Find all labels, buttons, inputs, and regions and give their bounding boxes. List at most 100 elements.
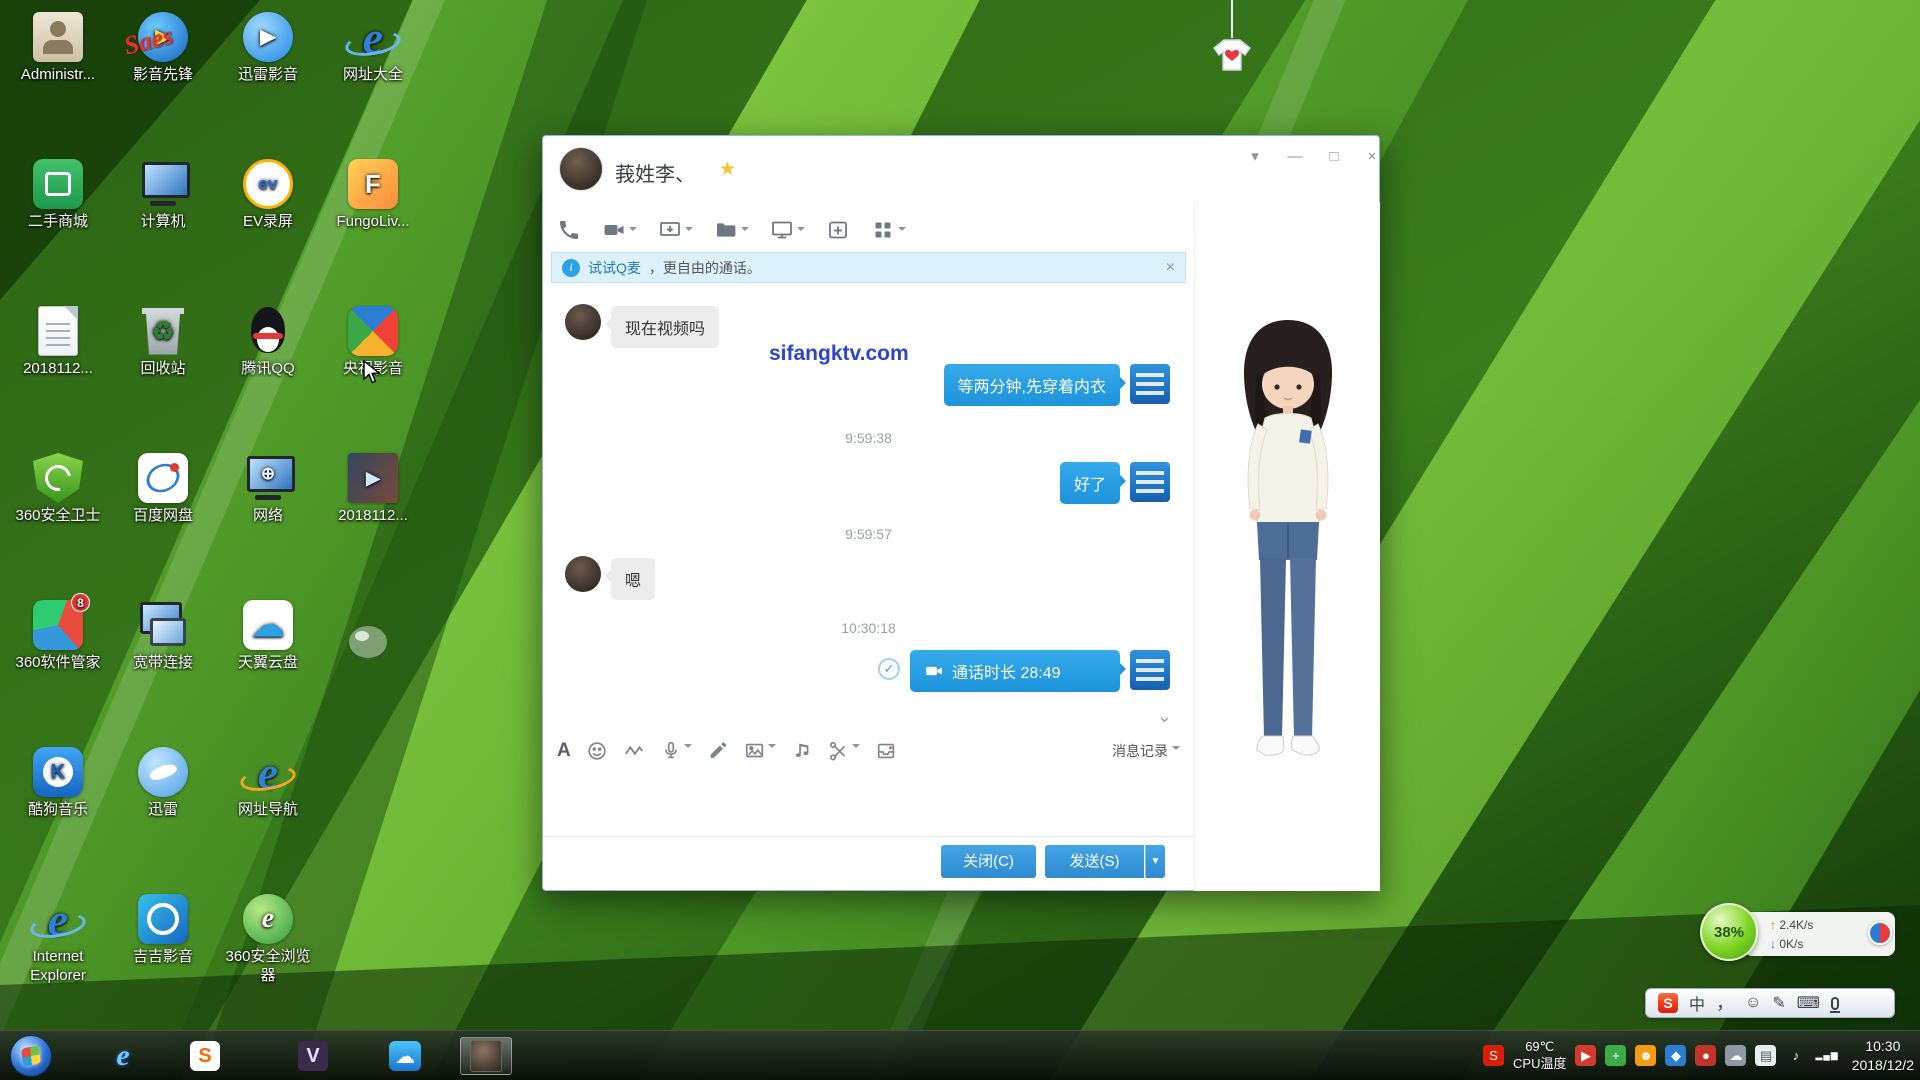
tray-cloud-icon[interactable]: ☁ xyxy=(1725,1045,1746,1066)
message-bubble: 现在视频吗 xyxy=(611,306,719,348)
network-signal-icon[interactable]: ▂▄▆ xyxy=(1815,1050,1838,1061)
traffic-monitor[interactable]: ↑ 2.4K/s ↓ 0K/s 38% xyxy=(1700,903,1895,967)
screenshot-icon[interactable] xyxy=(658,216,693,242)
shake-window-icon[interactable] xyxy=(623,740,645,762)
desktop-icon-kugou[interactable]: K 酷狗音乐 xyxy=(8,747,108,820)
self-avatar[interactable] xyxy=(1130,650,1170,690)
icon-label: 计算机 xyxy=(113,213,213,232)
tray-player-icon[interactable]: ▶ xyxy=(1575,1045,1596,1066)
accelerate-ball-icon[interactable] xyxy=(1868,921,1892,945)
remote-desktop-icon[interactable] xyxy=(770,216,805,242)
desktop-icon-thunder[interactable]: 迅雷 xyxy=(113,747,213,820)
contact-avatar[interactable] xyxy=(565,556,601,592)
tray-contact-icon[interactable]: ☻ xyxy=(1635,1045,1656,1066)
taskbar-cloud-app[interactable]: ☁ xyxy=(382,1037,428,1075)
desktop-icon-tencent-qq[interactable]: 腾讯QQ xyxy=(218,306,318,379)
maximize-button[interactable]: □ xyxy=(1316,144,1352,170)
desktop-icon-administrator[interactable]: Administr... xyxy=(8,12,108,85)
ime-mic-icon[interactable] xyxy=(1831,997,1839,1010)
desktop-icon-360-browser[interactable]: e 360安全浏览器 xyxy=(218,894,318,986)
desktop-icon-wangzhi-daquan[interactable]: e 网址大全 xyxy=(323,12,423,85)
start-button[interactable] xyxy=(10,1035,52,1077)
emoji-icon[interactable] xyxy=(586,740,608,762)
icon-label: 酷狗音乐 xyxy=(8,801,108,820)
desktop-icon-web-nav[interactable]: e 网址导航 xyxy=(218,747,318,820)
minimize-button[interactable]: — xyxy=(1277,144,1313,170)
notice-link[interactable]: 试试Q麦 xyxy=(588,258,641,278)
sogou-logo-icon[interactable]: S xyxy=(1658,993,1678,1013)
desktop-icon-xfplay[interactable]: ▶ Saes 影音先锋 xyxy=(113,12,213,85)
memory-ball[interactable]: 38% xyxy=(1700,903,1758,961)
self-avatar[interactable] xyxy=(1130,364,1170,404)
desktop-icon-baidu-netdisk[interactable]: 百度网盘 xyxy=(113,453,213,526)
message-box-icon[interactable] xyxy=(875,740,897,762)
desktop-icon-broadband[interactable]: 宽带连接 xyxy=(113,600,213,673)
audio-message-icon[interactable] xyxy=(660,740,692,762)
taskbar: e S V ☁ S 69℃CPU温度 ▶ + ☻ ◆ ● ☁ ▤ ♪ ▂▄▆ 1… xyxy=(0,1030,1920,1080)
play-circle-icon: ▶ xyxy=(243,12,293,62)
skin-menu-button[interactable]: ▾ xyxy=(1237,144,1273,170)
ime-pen-icon[interactable]: ✎ xyxy=(1772,993,1785,1013)
contact-avatar[interactable] xyxy=(565,304,601,340)
tray-clipboard-icon[interactable]: ▤ xyxy=(1755,1045,1776,1066)
delivered-check-icon: ✓ xyxy=(878,658,900,680)
self-avatar[interactable] xyxy=(1130,462,1170,502)
desktop-icon-fungolive[interactable]: F FungoLiv... xyxy=(323,159,423,232)
scroll-down-icon[interactable]: ⌄ xyxy=(1157,706,1172,727)
voice-call-icon[interactable] xyxy=(557,216,581,242)
apps-grid-icon[interactable] xyxy=(871,216,906,242)
qq-show-girl-figure xyxy=(1213,314,1363,794)
music-icon[interactable] xyxy=(791,740,813,762)
ime-emoji-icon[interactable]: ☺ xyxy=(1745,994,1761,1012)
desktop-icon-computer[interactable]: 计算机 xyxy=(113,159,213,232)
desktop-icon-360-soft[interactable]: 8 360软件管家 xyxy=(8,600,108,673)
desktop-icon-ev-recorder[interactable]: ev EV录屏 xyxy=(218,159,318,232)
message-history-button[interactable]: 消息记录 xyxy=(1112,741,1180,761)
close-chat-button[interactable]: 关闭(C) xyxy=(941,845,1036,878)
taskbar-clock[interactable]: 10:302018/12/2 xyxy=(1848,1037,1914,1073)
send-button[interactable]: 发送(S) xyxy=(1045,845,1144,878)
desktop-icon-360-safe[interactable]: 360安全卫士 xyxy=(8,453,108,526)
taskbar-active-chat[interactable] xyxy=(460,1037,512,1075)
taskbar-sogou-browser[interactable]: S xyxy=(182,1037,228,1075)
desktop-icon-video-file[interactable]: ▶ 2018112... xyxy=(323,453,423,526)
tray-sogou-icon[interactable]: S xyxy=(1483,1045,1504,1066)
atom-orbit-icon xyxy=(138,453,188,503)
ime-language-toggle[interactable]: 中 xyxy=(1689,991,1705,1015)
ime-punctuation-toggle[interactable]: ， xyxy=(1716,998,1734,1008)
taskbar-xfplay[interactable]: V xyxy=(290,1037,336,1075)
desktop-icon-ershou-mall[interactable]: 二手商城 xyxy=(8,159,108,232)
desktop-icon-xunlei-player[interactable]: ▶ 迅雷影音 xyxy=(218,12,318,85)
call-record-bubble[interactable]: 通话时长 28:49 xyxy=(910,650,1120,692)
tray-security-icon[interactable]: ● xyxy=(1695,1045,1716,1066)
desktop-icon-doc[interactable]: 2018112... xyxy=(8,306,108,379)
contact-avatar[interactable] xyxy=(559,147,603,191)
chat-avatar-icon xyxy=(470,1040,502,1072)
desktop-icon-recycle-bin[interactable]: ♻ 回收站 xyxy=(113,306,213,379)
video-call-icon[interactable] xyxy=(602,216,637,242)
mouse-cursor xyxy=(362,360,386,386)
send-file-icon[interactable] xyxy=(714,216,749,242)
desktop-icon-network[interactable]: ⊕ 网络 xyxy=(218,453,318,526)
tray-netdisk-icon[interactable]: ◆ xyxy=(1665,1045,1686,1066)
icon-label: 360安全浏览器 xyxy=(218,948,318,986)
screen-capture-icon[interactable] xyxy=(828,740,860,762)
ie-e-icon: e xyxy=(243,747,293,797)
image-icon[interactable] xyxy=(744,740,776,762)
notice-close-icon[interactable]: × xyxy=(1166,259,1175,277)
chat-footer: 关闭(C) 发送(S) ▼ xyxy=(543,836,1194,892)
tray-add-icon[interactable]: + xyxy=(1605,1045,1626,1066)
volume-icon[interactable]: ♪ xyxy=(1785,1045,1806,1066)
ev-logo-icon: ev xyxy=(243,159,293,209)
desktop-icon-cloud189[interactable]: ☁ 天翼云盘 xyxy=(218,600,318,673)
create-group-icon[interactable] xyxy=(826,216,850,242)
send-options-caret[interactable]: ▼ xyxy=(1145,845,1165,878)
taskbar-internet-explorer[interactable]: e xyxy=(100,1037,146,1075)
ime-keyboard-icon[interactable]: ⌨ xyxy=(1797,993,1820,1013)
font-icon[interactable]: A xyxy=(557,740,571,762)
icon-label: 迅雷影音 xyxy=(218,66,318,85)
close-window-button[interactable]: × xyxy=(1354,144,1390,170)
desktop-icon-jiji-player[interactable]: 吉吉影音 xyxy=(113,894,213,967)
handwriting-icon[interactable] xyxy=(707,740,729,762)
desktop-icon-internet-explorer[interactable]: e Internet Explorer xyxy=(8,894,108,986)
